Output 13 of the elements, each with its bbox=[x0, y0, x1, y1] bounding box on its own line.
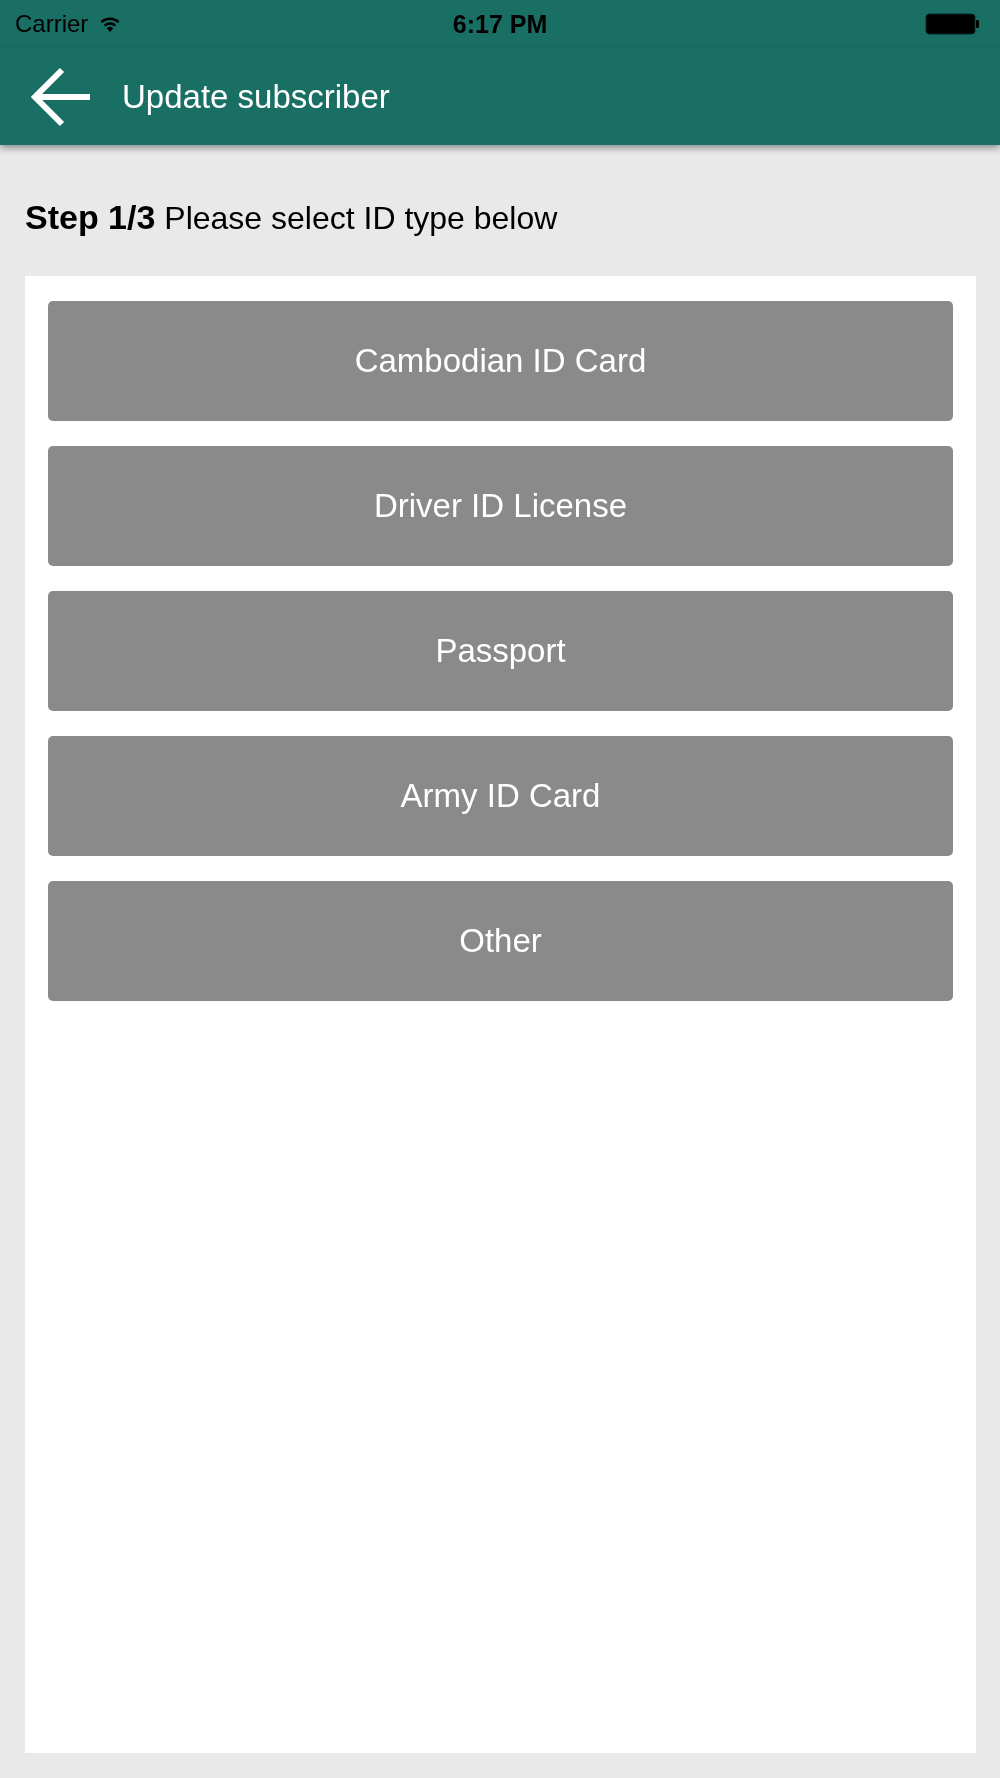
wifi-icon bbox=[100, 16, 121, 32]
id-type-button[interactable]: Cambodian ID Card bbox=[48, 301, 953, 421]
id-type-button[interactable]: Army ID Card bbox=[48, 736, 953, 856]
back-arrow-icon bbox=[30, 66, 92, 127]
step-instruction: Step 1/3 Please select ID type below bbox=[25, 197, 559, 238]
id-type-button[interactable]: Driver ID License bbox=[48, 446, 953, 566]
clock-time: 6:17 PM bbox=[452, 9, 548, 39]
screen-title: Update subscriber bbox=[122, 77, 390, 116]
id-type-button[interactable]: Passport bbox=[48, 591, 953, 711]
battery-icon bbox=[925, 13, 980, 35]
id-type-button[interactable]: Other bbox=[48, 881, 953, 1001]
back-button[interactable] bbox=[30, 66, 92, 127]
carrier-name: Carrier bbox=[15, 10, 89, 38]
